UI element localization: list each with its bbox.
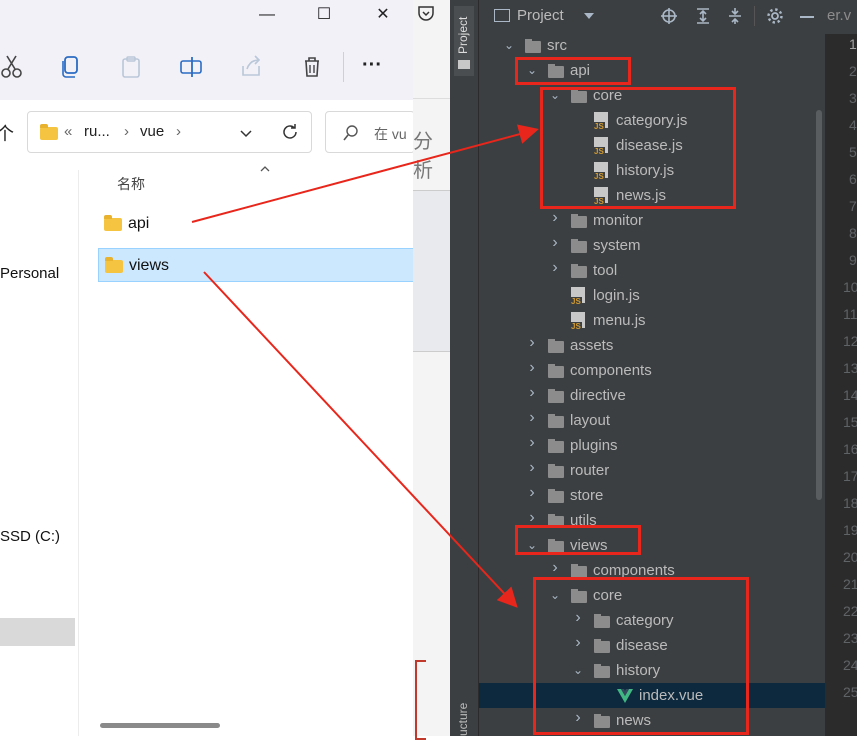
arrow-views-to-core: [203, 271, 518, 608]
arrow-api-to-core: [191, 124, 539, 223]
annotation-overlay: [191, 124, 539, 608]
